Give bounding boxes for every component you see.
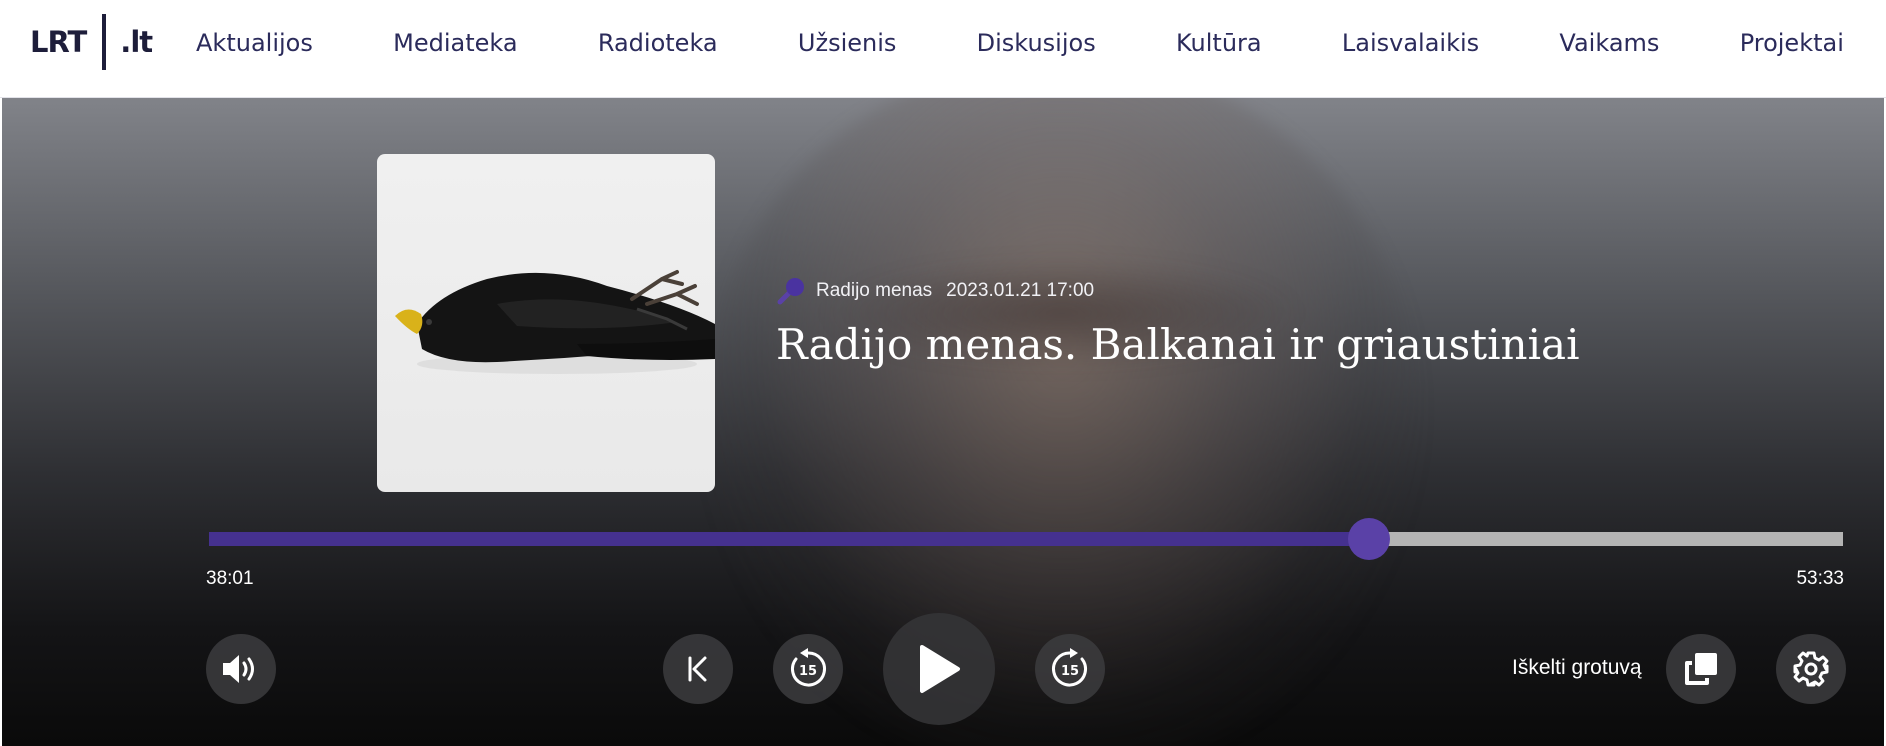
- nav-item-aktualijos[interactable]: Aktualijos: [196, 29, 313, 57]
- lrt-logo[interactable]: LRT .lt: [30, 14, 153, 70]
- microphone-icon: [776, 276, 806, 306]
- nav-item-kultura[interactable]: Kultūra: [1176, 29, 1262, 57]
- play-icon: [916, 644, 962, 694]
- forward-15-icon: 15: [1048, 647, 1092, 691]
- bird-illustration: [395, 270, 715, 374]
- nav-item-uzsienis[interactable]: Užsienis: [798, 29, 896, 57]
- settings-button[interactable]: [1776, 634, 1846, 704]
- episode-title: Radijo menas. Balkanai ir griaustiniai: [776, 320, 1580, 369]
- current-time: 38:01: [206, 568, 254, 589]
- gear-icon: [1792, 650, 1830, 688]
- logo-lrt-text: LRT: [30, 25, 87, 59]
- progress-fill: [209, 532, 1369, 546]
- popout-icon: [1683, 651, 1719, 687]
- logo-lt-text: .lt: [120, 25, 153, 59]
- episode-cover-image: [377, 154, 715, 492]
- nav-item-radioteka[interactable]: Radioteka: [598, 29, 718, 57]
- nav-item-laisvalaikis[interactable]: Laisvalaikis: [1342, 29, 1479, 57]
- episode-date: 2023.01.21 17:00: [946, 280, 1095, 301]
- site-header: LRT .lt Aktualijos Mediateka Radioteka U…: [0, 0, 1886, 98]
- progress-thumb[interactable]: [1347, 518, 1390, 560]
- nav-item-mediateka[interactable]: Mediateka: [393, 29, 517, 57]
- previous-button[interactable]: [663, 634, 733, 704]
- progress-bar[interactable]: [209, 518, 1843, 560]
- total-time: 53:33: [1796, 568, 1844, 589]
- play-button[interactable]: [883, 613, 995, 725]
- logo-divider: [102, 14, 107, 70]
- rewind-15-button[interactable]: 15: [773, 634, 843, 704]
- nav-item-diskusijos[interactable]: Diskusijos: [977, 29, 1096, 57]
- popout-button[interactable]: [1666, 634, 1736, 704]
- rewind-seconds-label: 15: [799, 664, 817, 679]
- skip-previous-icon: [685, 655, 711, 683]
- volume-icon: [221, 652, 261, 686]
- audio-player: Radijo menas 2023.01.21 17:00 Radijo men…: [2, 98, 1884, 746]
- forward-seconds-label: 15: [1061, 664, 1079, 679]
- main-nav: Aktualijos Mediateka Radioteka Užsienis …: [196, 0, 1844, 86]
- nav-item-vaikams[interactable]: Vaikams: [1559, 29, 1659, 57]
- episode-meta: Radijo menas 2023.01.21 17:00: [776, 276, 1094, 306]
- popout-label[interactable]: Iškelti grotuvą: [1512, 656, 1642, 680]
- volume-button[interactable]: [206, 634, 276, 704]
- episode-category[interactable]: Radijo menas: [816, 280, 932, 302]
- nav-item-projektai[interactable]: Projektai: [1740, 29, 1844, 57]
- rewind-15-icon: 15: [786, 647, 830, 691]
- forward-15-button[interactable]: 15: [1035, 634, 1105, 704]
